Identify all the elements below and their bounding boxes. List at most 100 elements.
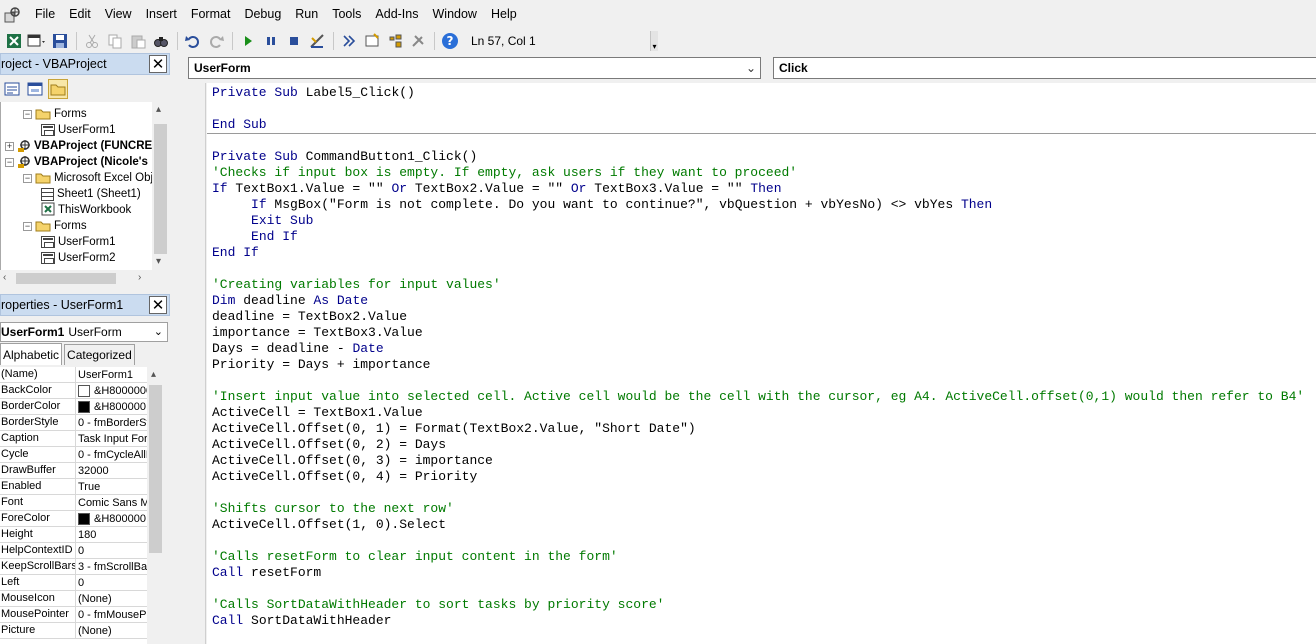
property-row[interactable]: BorderStyle 0 - fmBorderSt — [0, 415, 147, 431]
tree-item[interactable]: + VBAProject (FUNCRE — [5, 138, 152, 154]
copy-icon[interactable] — [104, 30, 126, 52]
property-row[interactable]: BorderColor &H800000 — [0, 399, 147, 415]
code-line[interactable]: ActiveCell.Offset(0, 1) = Format(TextBox… — [212, 421, 696, 437]
view-code-icon[interactable] — [2, 79, 22, 99]
scrollbar-thumb[interactable] — [154, 124, 167, 254]
property-value-cell[interactable]: Comic Sans MS — [76, 495, 147, 511]
expand-icon[interactable]: + — [5, 141, 14, 151]
tree-item[interactable]: − Microsoft Excel Obje — [23, 170, 152, 186]
code-line[interactable]: 'Insert input value into selected cell. … — [212, 389, 1304, 405]
undo-icon[interactable] — [182, 30, 204, 52]
collapse-icon[interactable]: − — [23, 221, 32, 231]
property-value-cell[interactable]: True — [76, 479, 147, 495]
code-line[interactable]: End Sub — [212, 117, 267, 133]
code-line[interactable]: 'Checks if input box is empty. If empty,… — [212, 165, 797, 181]
properties-titlebar[interactable]: roperties - UserForm1 ✕ — [0, 294, 170, 316]
property-row[interactable]: Left 0 — [0, 575, 147, 591]
code-line[interactable]: ActiveCell.Offset(0, 3) = importance — [212, 453, 493, 469]
object-browser-icon[interactable] — [384, 30, 406, 52]
property-row[interactable]: HelpContextID 0 — [0, 543, 147, 559]
property-value-cell[interactable]: 32000 — [76, 463, 147, 479]
tree-item[interactable]: UserForm1 — [41, 122, 116, 138]
reset-icon[interactable] — [283, 30, 305, 52]
property-row[interactable]: Caption Task Input For — [0, 431, 147, 447]
collapse-icon[interactable]: − — [23, 109, 32, 119]
menu-insert[interactable]: Insert — [139, 0, 184, 29]
design-mode-icon[interactable] — [306, 30, 328, 52]
property-row[interactable]: Height 180 — [0, 527, 147, 543]
code-line[interactable]: Days = deadline - Date — [212, 341, 384, 357]
view-excel-icon[interactable] — [3, 30, 25, 52]
property-row[interactable]: FontComic Sans MS — [0, 495, 147, 511]
object-dropdown[interactable]: UserForm ⌄ — [188, 57, 761, 79]
find-icon[interactable] — [150, 30, 172, 52]
property-value-cell[interactable]: 0 - fmMousePo — [76, 607, 147, 623]
property-value-cell[interactable]: 0 - fmCycleAllF — [76, 447, 147, 463]
code-line[interactable]: ActiveCell.Offset(0, 2) = Days — [212, 437, 446, 453]
property-value-cell[interactable]: &H800000 — [76, 399, 147, 415]
property-row[interactable]: KeepScrollBarsV 3 - fmScrollBar — [0, 559, 147, 575]
code-line[interactable]: Private Sub CommandButton1_Click() — [212, 149, 477, 165]
paste-icon[interactable] — [127, 30, 149, 52]
property-row[interactable]: Picture (None) — [0, 623, 147, 639]
code-line[interactable]: Call SortDataWithHeader — [212, 613, 391, 629]
scrollbar-thumb[interactable] — [16, 273, 116, 284]
redo-icon[interactable] — [205, 30, 227, 52]
code-line[interactable]: Private Sub Label5_Click() — [212, 85, 415, 101]
property-row[interactable]: Cycle 0 - fmCycleAllF — [0, 447, 147, 463]
code-line[interactable]: ActiveCell.Offset(1, 0).Select — [212, 517, 446, 533]
property-row[interactable]: Enabled True — [0, 479, 147, 495]
property-row[interactable]: (Name) UserForm1 — [0, 367, 147, 383]
scroll-left-icon[interactable]: ‹ — [3, 272, 6, 283]
code-line[interactable]: Priority = Days + importance — [212, 357, 430, 373]
tree-item[interactable]: ThisWorkbook — [41, 202, 131, 218]
property-row[interactable]: MousePointer 0 - fmMousePo — [0, 607, 147, 623]
tree-item[interactable]: UserForm1 — [41, 234, 116, 250]
scrollbar-thumb[interactable] — [149, 385, 162, 553]
property-value-cell[interactable]: UserForm1 — [76, 367, 147, 383]
toolbox-icon[interactable] — [407, 30, 429, 52]
project-tree-vertical-scrollbar[interactable]: ▴ ▾ — [152, 102, 169, 270]
project-explorer-icon[interactable] — [338, 30, 360, 52]
code-line[interactable]: ActiveCell = TextBox1.Value — [212, 405, 423, 421]
tree-item[interactable]: − Forms — [23, 218, 87, 234]
procedure-dropdown[interactable]: Click — [773, 57, 1316, 79]
scroll-down-icon[interactable]: ▾ — [156, 256, 161, 267]
break-icon[interactable] — [260, 30, 282, 52]
property-value-cell[interactable]: 0 - fmBorderSt — [76, 415, 147, 431]
code-line[interactable]: importance = TextBox3.Value — [212, 325, 423, 341]
save-icon[interactable] — [49, 30, 71, 52]
properties-object-selector[interactable]: UserForm1 UserForm ⌄ — [0, 322, 168, 342]
help-icon[interactable]: ? — [439, 30, 461, 52]
property-row[interactable]: ForeColor &H800000 — [0, 511, 147, 527]
property-value-cell[interactable]: (None) — [76, 623, 147, 639]
toggle-folders-icon[interactable] — [48, 78, 68, 99]
menu-help[interactable]: Help — [484, 0, 524, 29]
code-line[interactable]: ActiveCell.Offset(0, 4) = Priority — [212, 469, 477, 485]
scroll-right-icon[interactable]: › — [138, 272, 141, 283]
tab-alphabetic[interactable]: Alphabetic — [0, 343, 63, 365]
collapse-icon[interactable]: − — [5, 157, 14, 167]
properties-window-icon[interactable] — [361, 30, 383, 52]
property-value-cell[interactable]: 3 - fmScrollBar — [76, 559, 147, 575]
properties-vertical-scrollbar[interactable]: ▴ — [147, 367, 164, 644]
tree-item[interactable]: − Forms — [23, 106, 87, 122]
menu-format[interactable]: Format — [184, 0, 238, 29]
code-line[interactable]: If TextBox1.Value = "" Or TextBox2.Value… — [212, 181, 782, 197]
code-editor[interactable]: Private Sub Label5_Click() End Sub Private… — [207, 83, 1316, 644]
property-value-cell[interactable]: &H8000000 — [76, 383, 147, 399]
property-value-cell[interactable]: 0 — [76, 575, 147, 591]
view-object-icon[interactable] — [25, 79, 45, 99]
chevron-down-icon[interactable]: ⌄ — [154, 325, 163, 338]
menu-view[interactable]: View — [98, 0, 139, 29]
scroll-up-icon[interactable]: ▴ — [151, 369, 156, 380]
close-icon[interactable]: ✕ — [149, 296, 167, 314]
project-explorer-titlebar[interactable]: roject - VBAProject ✕ — [0, 53, 170, 75]
menu-window[interactable]: Window — [426, 0, 484, 29]
code-line[interactable]: Dim deadline As Date — [212, 293, 368, 309]
collapse-icon[interactable]: − — [23, 173, 32, 183]
project-tree-horizontal-scrollbar[interactable]: ‹ › — [0, 270, 152, 287]
run-icon[interactable] — [237, 30, 259, 52]
property-row[interactable]: BackColor &H8000000 — [0, 383, 147, 399]
tree-item[interactable]: − VBAProject (Nicole's — [5, 154, 148, 170]
